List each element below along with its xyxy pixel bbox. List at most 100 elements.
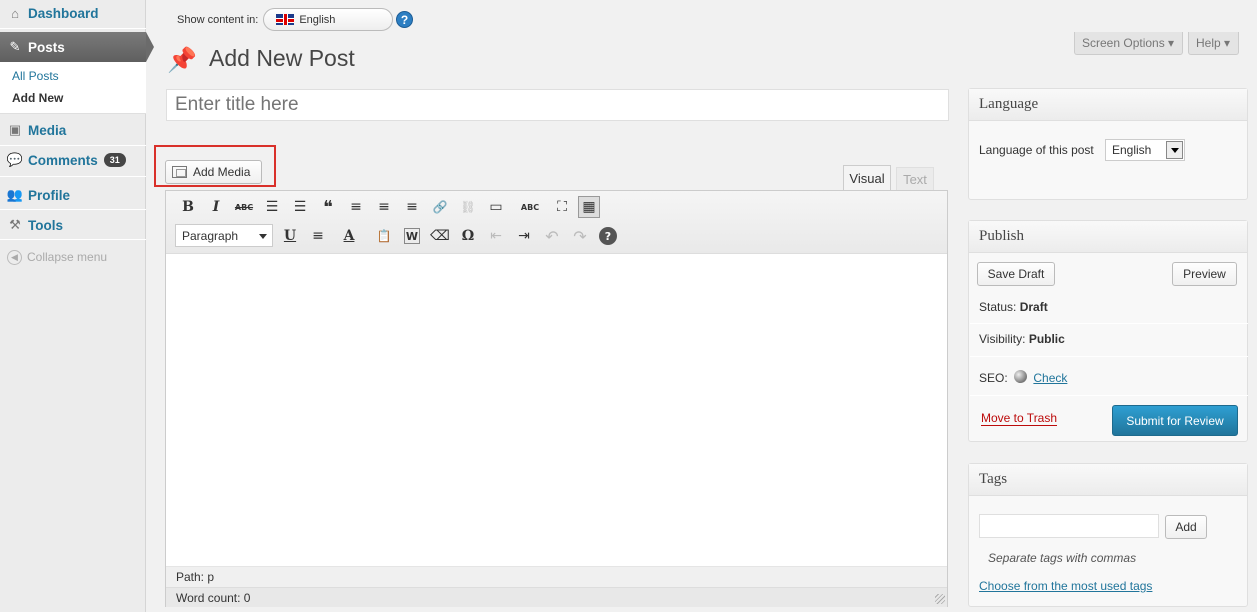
save-draft-button[interactable]: Save Draft <box>977 262 1055 286</box>
tab-visual[interactable]: Visual <box>843 165 891 191</box>
strikethrough-button[interactable]: ABC <box>233 196 255 218</box>
post-editor: B I ABC ☰ ☰ ❝ ≡ ≡ ≡ 🔗 ⛓ ▭ ABC ⛶ ▦ Paragr… <box>165 190 948 607</box>
editor-toolbar: B I ABC ☰ ☰ ❝ ≡ ≡ ≡ 🔗 ⛓ ▭ ABC ⛶ ▦ Paragr… <box>166 191 947 254</box>
visibility-label: Visibility: <box>979 332 1026 346</box>
collapse-menu[interactable]: ◀ Collapse menu <box>0 247 146 267</box>
special-character-icon[interactable]: Ω <box>457 225 479 247</box>
editor-path: Path: p <box>166 566 947 587</box>
link-icon[interactable]: 🔗 <box>429 196 451 218</box>
blockquote-icon[interactable]: ❝ <box>317 196 339 218</box>
content-language-switcher: Show content in: English <box>177 8 394 31</box>
tags-box: Tags Add Separate tags with commas Choos… <box>968 463 1248 607</box>
seo-status-dot-icon <box>1014 370 1028 383</box>
move-to-trash-link[interactable]: Move to Trash <box>981 411 1058 426</box>
menu-separator <box>0 176 146 177</box>
language-of-post-label: Language of this post <box>979 143 1094 157</box>
menu-media-label: Media <box>28 122 67 138</box>
language-box-title[interactable]: Language <box>969 89 1247 121</box>
format-select[interactable]: Paragraph <box>175 224 273 247</box>
menu-divider <box>0 145 146 146</box>
post-title-input[interactable] <box>166 89 949 121</box>
kitchen-sink-icon[interactable]: ▦ <box>578 196 600 218</box>
format-select-value: Paragraph <box>182 228 239 243</box>
menu-dashboard[interactable]: ⌂ Dashboard <box>0 2 146 24</box>
editor-content-area[interactable] <box>166 255 947 566</box>
language-dropdown-value: English <box>299 13 336 26</box>
align-right-icon[interactable]: ≡ <box>401 196 423 218</box>
language-dropdown[interactable]: English <box>263 8 394 31</box>
word-count: Word count: 0 <box>166 587 947 607</box>
submenu-all-posts[interactable]: All Posts <box>12 69 59 83</box>
help-icon[interactable]: ? <box>599 227 617 245</box>
uk-flag-icon <box>276 14 295 25</box>
preview-button[interactable]: Preview <box>1172 262 1237 286</box>
menu-media[interactable]: ▣ Media <box>0 119 146 141</box>
tags-hint: Separate tags with commas <box>988 551 1137 565</box>
help-icon[interactable]: ? <box>396 11 413 28</box>
seo-label: SEO: <box>979 371 1008 385</box>
status-row: Status: Draft <box>979 300 1048 314</box>
outdent-icon[interactable]: ⇤ <box>485 225 507 247</box>
media-icon: ▣ <box>8 122 22 137</box>
submenu-add-new[interactable]: Add New <box>12 91 63 105</box>
chevron-down-icon <box>1166 141 1183 159</box>
menu-posts[interactable]: ✎ Posts <box>0 32 146 62</box>
publish-box-title[interactable]: Publish <box>969 221 1247 253</box>
pin-icon: ✎ <box>9 39 21 54</box>
help-button[interactable]: Help ▾ <box>1188 32 1239 55</box>
bold-button[interactable]: B <box>177 196 199 218</box>
language-box: Language Language of this post English <box>968 88 1248 200</box>
posts-submenu: All Posts Add New <box>0 62 146 114</box>
submit-for-review-button[interactable]: Submit for Review <box>1112 405 1238 436</box>
show-content-label: Show content in: <box>177 13 259 26</box>
publish-box: Publish Save Draft Preview Status: Draft… <box>968 220 1248 442</box>
add-tag-button[interactable]: Add <box>1165 515 1207 539</box>
paste-text-icon[interactable]: 📋 <box>373 225 395 247</box>
justify-icon[interactable]: ≡ <box>307 225 329 247</box>
add-media-label: Add Media <box>193 165 251 179</box>
status-value: Draft <box>1019 300 1048 314</box>
indent-icon[interactable]: ⇥ <box>513 225 535 247</box>
post-language-select[interactable]: English <box>1105 139 1185 161</box>
row-divider <box>970 323 1248 324</box>
align-center-icon[interactable]: ≡ <box>373 196 395 218</box>
seo-check-link[interactable]: Check <box>1033 371 1067 385</box>
admin-sidebar: ⌂ Dashboard ✎ Posts All Posts Add New ▣ … <box>0 0 154 612</box>
bullet-list-icon[interactable]: ☰ <box>261 196 283 218</box>
tools-icon: ⚒ <box>9 217 21 232</box>
undo-icon[interactable]: ↶ <box>541 225 563 247</box>
more-tag-icon[interactable]: ▭ <box>485 196 507 218</box>
page-title: Add New Post <box>209 45 355 71</box>
add-media-button[interactable]: Add Media <box>165 160 262 184</box>
chevron-down-icon <box>259 234 267 239</box>
tags-box-title[interactable]: Tags <box>969 464 1247 496</box>
text-color-button[interactable]: A <box>333 225 365 247</box>
visibility-row: Visibility: Public <box>979 332 1065 346</box>
fullscreen-icon[interactable]: ⛶ <box>551 196 573 218</box>
comment-bubble-icon: 💬 <box>6 152 24 167</box>
numbered-list-icon[interactable]: ☰ <box>289 196 311 218</box>
users-icon: 👥 <box>6 187 24 202</box>
spellcheck-icon[interactable]: ABC <box>513 196 547 218</box>
align-left-icon[interactable]: ≡ <box>345 196 367 218</box>
menu-divider <box>0 28 146 29</box>
paste-word-icon[interactable]: W <box>404 228 420 244</box>
resize-handle-icon[interactable] <box>935 594 945 604</box>
seo-row: SEO: Check <box>979 370 1067 385</box>
menu-tools-label: Tools <box>28 217 63 233</box>
redo-icon[interactable]: ↷ <box>569 225 591 247</box>
menu-comments[interactable]: 💬 Comments 31 <box>0 149 146 171</box>
tags-input[interactable] <box>979 514 1159 538</box>
status-label: Status: <box>979 300 1017 314</box>
most-used-tags-link[interactable]: Choose from the most used tags <box>979 579 1152 593</box>
italic-button[interactable]: I <box>205 196 227 218</box>
menu-divider <box>0 209 146 210</box>
tab-text[interactable]: Text <box>896 167 934 190</box>
menu-tools[interactable]: ⚒ Tools <box>0 214 146 236</box>
unlink-icon[interactable]: ⛓ <box>457 196 479 218</box>
clear-formatting-icon[interactable]: ⌫ <box>429 225 451 247</box>
menu-profile[interactable]: 👥 Profile <box>0 184 146 206</box>
collapse-menu-label: Collapse menu <box>27 250 108 264</box>
underline-button[interactable]: U <box>279 225 301 247</box>
screen-options-button[interactable]: Screen Options ▾ <box>1074 32 1183 55</box>
